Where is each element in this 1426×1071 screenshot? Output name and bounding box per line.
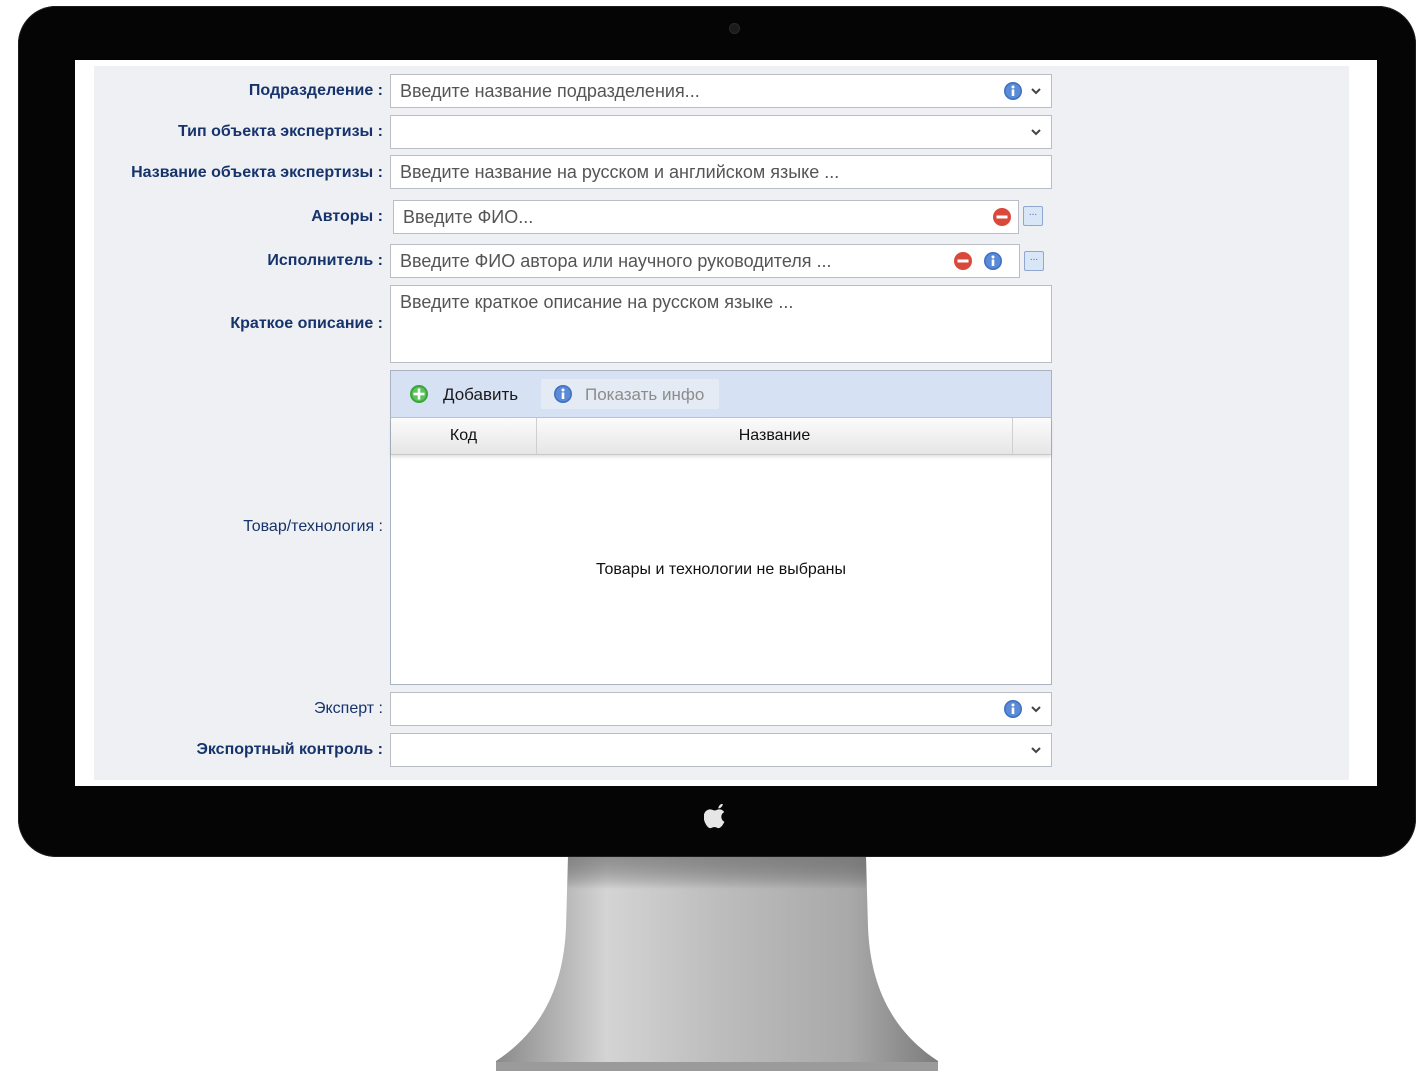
products-label: Товар/технология : (243, 518, 383, 535)
description-label: Краткое описание : (230, 315, 383, 332)
object-name-placeholder: Введите название на русском и английском… (400, 162, 840, 182)
chevron-down-icon[interactable] (1029, 702, 1043, 716)
products-grid: Добавить Показать инфо Код Название Това… (390, 370, 1052, 685)
description-textarea[interactable]: Введите краткое описание на русском язык… (390, 285, 1052, 363)
empty-message: Товары и технологии не выбраны (596, 561, 846, 578)
authors-input[interactable]: Введите ФИО... (393, 200, 1019, 234)
chevron-down-icon[interactable] (1029, 84, 1043, 98)
object-type-label: Тип объекта экспертизы : (177, 123, 383, 140)
info-icon[interactable] (983, 251, 1003, 271)
minus-circle-icon[interactable] (953, 251, 973, 271)
executor-browse-button[interactable]: ... (1024, 251, 1044, 271)
description-placeholder: Введите краткое описание на русском язык… (400, 292, 794, 312)
division-label: Подразделение : (248, 82, 383, 99)
info-icon[interactable] (1003, 81, 1023, 101)
export-control-select[interactable] (390, 733, 1052, 767)
monitor-stand (496, 857, 938, 1071)
apple-logo-icon (704, 804, 725, 829)
export-control-label: Экспортный контроль : (196, 741, 383, 758)
executor-label: Исполнитель : (267, 252, 383, 269)
column-header-filler (1013, 418, 1051, 454)
expert-label: Эксперт : (313, 700, 383, 717)
object-name-label: Название объекта экспертизы : (131, 164, 383, 181)
authors-label: Авторы : (311, 208, 383, 225)
grid-header: Код Название (391, 418, 1051, 455)
show-info-button[interactable]: Показать инфо (541, 379, 719, 409)
minus-circle-icon[interactable] (992, 207, 1012, 227)
expert-combobox[interactable] (390, 692, 1052, 726)
division-combobox[interactable]: Введите название подразделения... (390, 74, 1052, 108)
plus-circle-icon (410, 385, 428, 403)
info-icon[interactable] (1003, 699, 1023, 719)
chevron-down-icon[interactable] (1029, 125, 1043, 139)
authors-placeholder: Введите ФИО... (403, 207, 534, 227)
info-icon (554, 385, 572, 403)
grid-toolbar: Добавить Показать инфо (391, 371, 1051, 418)
show-info-label: Показать инфо (585, 385, 705, 404)
object-name-input[interactable]: Введите название на русском и английском… (390, 155, 1052, 189)
add-button-label: Добавить (443, 385, 519, 404)
camera-icon (730, 24, 739, 33)
column-header-code[interactable]: Код (391, 418, 537, 454)
column-header-name[interactable]: Название (537, 418, 1013, 454)
division-placeholder: Введите название подразделения... (400, 81, 700, 101)
executor-placeholder: Введите ФИО автора или научного руководи… (400, 251, 832, 271)
executor-input[interactable]: Введите ФИО автора или научного руководи… (390, 244, 1020, 278)
authors-browse-button[interactable]: ... (1023, 206, 1043, 226)
object-type-select[interactable] (390, 115, 1052, 149)
chevron-down-icon[interactable] (1029, 743, 1043, 757)
